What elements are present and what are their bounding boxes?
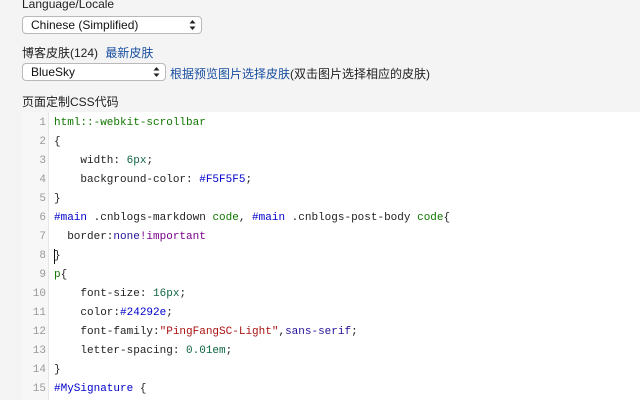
code-token: font-family:	[54, 326, 160, 338]
code-line: 12 font-family:"PingFangSC-Light",sans-s…	[22, 323, 640, 342]
code-token: ;	[245, 174, 253, 186]
code-token: 0.01em	[186, 345, 226, 357]
skin-select[interactable]: BlueSky	[22, 63, 166, 81]
line-number: 1	[39, 117, 46, 129]
code-token: color:	[54, 307, 121, 319]
code-line: 10 font-size: 16px;	[22, 285, 640, 304]
code-token: {	[133, 383, 147, 395]
select-arrows-icon	[152, 65, 160, 79]
code-token: border:	[54, 231, 114, 243]
code-line: 6 #main .cnblogs-markdown code, #main .cn…	[22, 209, 640, 228]
code-text: letter-spacing: 0.01em;	[54, 342, 232, 361]
code-token: #24292e	[120, 307, 167, 319]
code-token: ;	[166, 307, 173, 319]
code-token: code	[417, 212, 444, 224]
code-text: #MySignature {	[54, 380, 146, 399]
custom-css-label: 页面定制CSS代码	[22, 95, 119, 109]
code-line: 13 letter-spacing: 0.01em;	[22, 342, 640, 361]
line-number: 15	[32, 383, 46, 395]
code-token: none	[113, 231, 140, 243]
code-token: ;	[225, 345, 233, 357]
code-token: ;	[146, 155, 154, 167]
code-token: !important	[139, 231, 206, 243]
skin-label-row: 博客皮肤(124) 最新皮肤	[22, 44, 153, 61]
code-text: font-size: 16px;	[54, 285, 186, 304]
code-line: 1 html::-webkit-scrollbar	[22, 114, 640, 133]
css-code-editor[interactable]: 1 html::-webkit-scrollbar 2{3 width: 6px; 4…	[22, 112, 640, 400]
code-token: .cnblogs-post-body	[285, 212, 418, 224]
code-text: }	[54, 361, 61, 380]
code-token: #MySignature	[54, 383, 134, 395]
code-text: background-color: #F5F5F5;	[54, 171, 252, 190]
line-number: 9	[39, 269, 46, 281]
code-line: 4 background-color: #F5F5F5;	[22, 171, 640, 190]
code-line: 2{	[22, 133, 640, 152]
line-number: 12	[32, 326, 46, 338]
code-token: }	[54, 364, 61, 376]
line-number: 13	[32, 345, 46, 357]
language-select[interactable]: Chinese (Simplified)	[22, 16, 202, 34]
select-arrows-icon	[188, 18, 196, 32]
code-token: "PingFangSC-Light"	[159, 326, 279, 338]
code-line: 3 width: 6px;	[22, 152, 640, 171]
code-token: #main	[54, 212, 88, 224]
code-token: #main	[252, 212, 286, 224]
code-token: sans-serif	[285, 326, 352, 338]
code-token: background-color:	[54, 174, 200, 186]
code-line: 9 p{	[22, 266, 640, 285]
code-token: {	[54, 136, 61, 148]
code-line: 15 #MySignature {	[22, 380, 640, 399]
code-token: ;	[351, 326, 358, 338]
code-text: }	[54, 190, 61, 209]
code-text: width: 6px;	[54, 152, 153, 171]
line-number: 6	[39, 212, 46, 224]
code-text: font-family:"PingFangSC-Light",sans-seri…	[54, 323, 358, 342]
code-text: #main .cnblogs-markdown code, #main .cnb…	[54, 209, 450, 228]
line-number: 7	[39, 231, 46, 243]
code-token: 16px	[153, 288, 180, 300]
code-text: {	[54, 133, 61, 152]
code-line: 11 color:#24292e;	[22, 304, 640, 323]
code-token: }	[54, 193, 61, 205]
line-number: 2	[39, 136, 46, 148]
line-number: 11	[32, 307, 46, 319]
code-token: #F5F5F5	[199, 174, 246, 186]
code-text: html::-webkit-scrollbar	[54, 114, 206, 133]
line-number: 5	[39, 193, 46, 205]
code-token: ,	[238, 212, 253, 224]
language-select-value: Chinese (Simplified)	[31, 18, 139, 32]
code-token: letter-spacing:	[54, 345, 187, 357]
text-cursor	[54, 249, 55, 264]
code-token: p	[54, 269, 61, 281]
code-text: border:none!important	[54, 228, 206, 247]
code-token: {	[60, 269, 68, 281]
skin-preview-row: 根据预览图片选择皮肤(双击图片选择相应的皮肤)	[170, 65, 430, 82]
code-line: 5}	[22, 190, 640, 209]
code-line: 7 border:none!important	[22, 228, 640, 247]
code-text: p{	[54, 266, 67, 285]
code-token: {	[443, 212, 451, 224]
preview-skin-link[interactable]: 根据预览图片选择皮肤	[170, 67, 290, 81]
code-line: 14}	[22, 361, 640, 380]
code-token: ;	[179, 288, 187, 300]
line-number: 4	[39, 174, 46, 186]
line-number: 10	[32, 288, 46, 300]
line-number: 3	[39, 155, 46, 167]
code-token: 6px	[126, 155, 147, 167]
code-token: code	[212, 212, 239, 224]
skin-count-label: 博客皮肤(124)	[22, 46, 99, 60]
line-number: 14	[32, 364, 46, 376]
preview-skin-note: (双击图片选择相应的皮肤)	[290, 67, 431, 81]
line-number: 8	[39, 250, 46, 262]
latest-skins-link[interactable]: 最新皮肤	[105, 46, 153, 60]
language-label: Language/Locale	[22, 0, 115, 11]
code-token: font-size:	[54, 288, 154, 300]
skin-select-value: BlueSky	[31, 65, 76, 79]
code-token: .cnblogs-markdown	[87, 212, 213, 224]
code-token: html::-webkit-scrollbar	[54, 117, 206, 129]
code-line: 8}	[22, 247, 640, 266]
code-token: width:	[54, 155, 127, 167]
code-text: color:#24292e;	[54, 304, 173, 323]
